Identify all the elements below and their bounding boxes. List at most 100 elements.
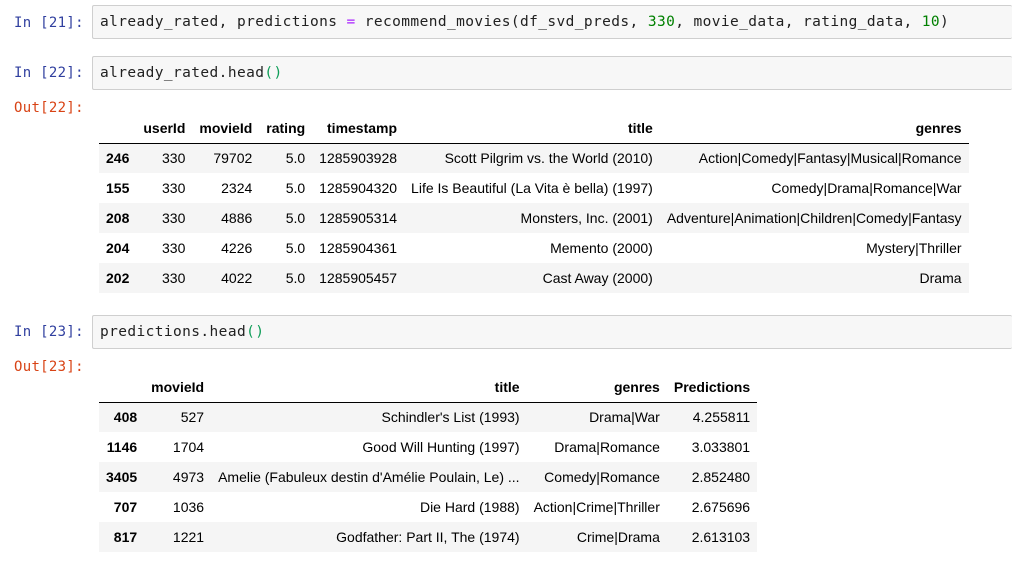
table-cell: Monsters, Inc. (2001) (520, 210, 653, 226)
code-token: predictions.head (100, 324, 247, 340)
code-input-cell-21[interactable]: already_rated, predictions = recommend_m… (92, 5, 1012, 39)
output-prompt-22: Out[22]: (14, 100, 84, 116)
column-header: userId (136, 113, 193, 144)
table-cell: 3.033801 (691, 439, 751, 455)
dataframe-table: userId movieId rating timestamp title genres … (99, 113, 969, 293)
code-line: predictions.head() (100, 323, 264, 341)
column-header: title (211, 372, 527, 403)
table-cell: 4886 (221, 210, 253, 226)
row-index: 707 (113, 499, 138, 515)
row-index: 3405 (106, 469, 138, 485)
row-index: 155 (106, 180, 130, 196)
code-token: 330 (647, 14, 676, 30)
code-line: already_rated, predictions = recommend_m… (100, 13, 949, 31)
table-row: 1146 1704 Good Will Hunting (1997) Drama|Ro… (99, 432, 757, 462)
table-header-row: userId movieId rating timestamp title genres (99, 113, 969, 144)
table-row: 817 1221 Godfather: Part II, The (1974) Cri… (99, 522, 758, 552)
table-cell: 2324 (221, 180, 253, 196)
table-cell: 4226 (221, 240, 253, 256)
table-cell: 330 (162, 210, 186, 226)
table-cell: Action|Comedy|Fantasy|Musical|Romance (698, 150, 962, 167)
table-cell: 1221 (172, 529, 205, 545)
output-area-23: movieId title genres Predictions 408 527 Schi… (99, 372, 758, 552)
code-token: already_rated, predictions (100, 14, 347, 30)
table-row: 202 330 4022 5.0 1285905457 Cast Away (2000) D… (99, 263, 969, 293)
index-header (99, 113, 137, 144)
table-cell: Die Hard (1988) (419, 499, 520, 515)
row-index: 408 (113, 409, 138, 426)
column-header: Predictions (666, 372, 758, 403)
column-header: genres (526, 372, 667, 403)
code-token: already_rated.head (100, 65, 265, 81)
table-cell: 4022 (221, 270, 253, 286)
table-cell: 2.852480 (691, 469, 751, 485)
code-token: recommend_movies(df_svd_preds, (355, 14, 648, 30)
column-header: rating (259, 113, 313, 144)
table-cell: Life Is Beautiful (La Vita è bella) (199… (411, 180, 653, 196)
table-cell: Action|Crime|Thriller (533, 499, 660, 515)
input-prompt-23: In [23]: (14, 324, 84, 340)
code-token: 10 (921, 14, 940, 30)
table-cell: 527 (180, 409, 205, 426)
output-prompt-23: Out[23]: (14, 359, 84, 375)
table-row: 155 330 2324 5.0 1285904320 Life Is Beautiful… (99, 173, 969, 203)
table-cell: Comedy|Drama|Romance|War (771, 180, 962, 196)
table-cell: 79702 (213, 150, 253, 167)
table-cell: 1285903928 (319, 150, 398, 167)
code-token: () (246, 324, 265, 340)
table-cell: 1285904320 (319, 180, 398, 196)
output-area-22: userId movieId rating timestamp title genres … (99, 113, 969, 293)
table-cell: 1285904361 (319, 240, 398, 256)
table-row: 408 527 Schindler's List (1993) Drama|War 4.… (99, 402, 758, 432)
table-cell: Crime|Drama (576, 529, 660, 545)
table-cell: 330 (162, 150, 186, 167)
row-index: 817 (113, 529, 138, 545)
table-cell: 2.675696 (691, 499, 751, 515)
code-token: () (264, 65, 283, 81)
dataframe-table: movieId title genres Predictions 408 527 Schi… (99, 372, 758, 552)
table-cell: Amelie (Fabuleux destin d'Amélie Poulain… (218, 469, 520, 485)
table-cell: Godfather: Part II, The (1974) (336, 529, 520, 545)
table-cell: 4.255811 (692, 409, 751, 426)
table-cell: 2.613103 (691, 529, 751, 545)
table-cell: Memento (2000) (550, 240, 653, 256)
table-cell: Drama|Romance (554, 439, 660, 455)
row-index: 1146 (106, 439, 138, 455)
table-cell: Good Will Hunting (1997) (362, 439, 520, 455)
column-header: title (404, 113, 660, 144)
table-cell: 5.0 (285, 270, 306, 286)
table-cell: 5.0 (285, 180, 306, 196)
code-token: ) (939, 14, 950, 30)
input-prompt-22: In [22]: (14, 65, 84, 81)
column-header: movieId (192, 113, 260, 144)
table-cell: 1285905314 (319, 210, 398, 226)
table-cell: 1704 (172, 439, 205, 455)
column-header: timestamp (312, 113, 405, 144)
table-cell: 5.0 (285, 150, 306, 167)
table-cell: 1036 (172, 499, 205, 515)
table-row: 707 1036 Die Hard (1988) Action|Crime|Thril… (99, 492, 757, 522)
row-index: 246 (106, 150, 130, 167)
code-input-cell-23[interactable]: predictions.head() (92, 315, 1012, 349)
table-cell: Schindler's List (1993) (381, 409, 520, 426)
table-cell: 1285905457 (319, 270, 398, 286)
input-prompt-21: In [21]: (14, 15, 84, 31)
code-token: = (346, 14, 356, 30)
row-index: 208 (106, 210, 130, 226)
table-cell: Comedy|Romance (544, 469, 660, 485)
table-row: 246 330 79702 5.0 1285903928 Scott Pilgrim vs… (99, 143, 969, 173)
table-row: 208 330 4886 5.0 1285905314 Monsters, Inc. (2… (99, 203, 969, 233)
index-header (99, 372, 145, 403)
table-cell: Scott Pilgrim vs. the World (2010) (444, 150, 653, 167)
table-cell: 5.0 (285, 240, 306, 256)
column-header: genres (659, 113, 969, 144)
code-input-cell-22[interactable]: already_rated.head() (92, 56, 1012, 90)
row-index: 202 (106, 270, 130, 286)
table-cell: Cast Away (2000) (542, 270, 653, 286)
column-header: movieId (144, 372, 212, 403)
table-cell: 5.0 (285, 210, 306, 226)
table-cell: 330 (162, 270, 186, 286)
table-cell: Drama|War (589, 409, 660, 426)
table-header-row: movieId title genres Predictions (99, 372, 758, 403)
table-cell: 4973 (172, 469, 205, 485)
